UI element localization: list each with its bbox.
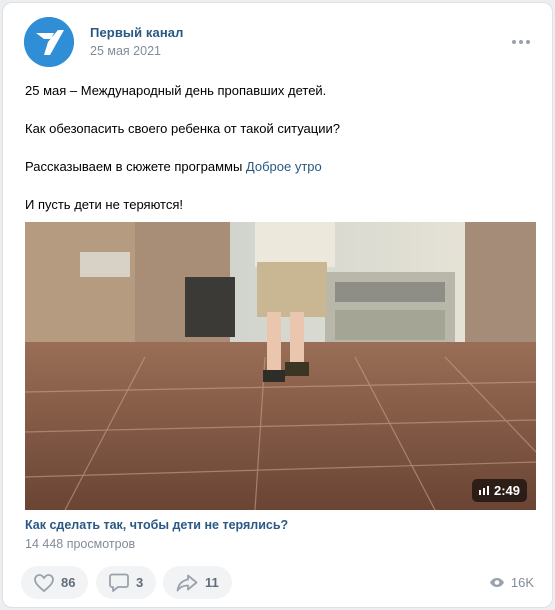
video-frame-image <box>25 222 536 510</box>
video-views: 14 448 просмотров <box>25 537 136 551</box>
more-icon[interactable] <box>512 37 534 47</box>
post-paragraph: Рассказываем в сюжете программы Доброе у… <box>25 159 322 174</box>
views-indicator: 16K <box>489 575 534 590</box>
share-button[interactable]: 11 <box>163 566 232 599</box>
views-count: 16K <box>510 575 534 590</box>
comment-button[interactable]: 3 <box>96 566 157 599</box>
like-count: 86 <box>61 575 76 590</box>
post-date[interactable]: 25 мая 2021 <box>90 44 161 58</box>
program-link[interactable]: Доброе утро <box>246 159 322 174</box>
post-paragraph: И пусть дети не теряются! <box>25 197 184 212</box>
author-name[interactable]: Первый канал <box>90 25 184 40</box>
post-text: 25 мая – Международный день пропавших де… <box>25 81 340 214</box>
post-paragraph: 25 мая – Международный день пропавших де… <box>25 83 327 98</box>
video-duration-label: 2:49 <box>493 483 520 498</box>
post-card: Первый канал 25 мая 2021 25 мая – Междун… <box>2 2 553 608</box>
video-thumbnail[interactable]: 2:49 <box>25 222 536 510</box>
video-title[interactable]: Как сделать так, чтобы дети не терялись? <box>25 518 288 532</box>
video-duration: 2:49 <box>471 479 527 502</box>
comment-count: 3 <box>136 575 144 590</box>
share-icon <box>176 574 198 591</box>
comment-icon <box>109 573 129 592</box>
share-count: 11 <box>205 575 219 590</box>
eye-icon <box>489 578 504 587</box>
post-paragraph: Как обезопасить своего ребенка от такой … <box>25 121 340 136</box>
heart-icon <box>34 573 54 592</box>
channel-avatar[interactable] <box>24 17 74 67</box>
like-button[interactable]: 86 <box>21 566 89 599</box>
channel-one-logo <box>24 17 74 67</box>
video-quality-icon <box>478 486 489 495</box>
